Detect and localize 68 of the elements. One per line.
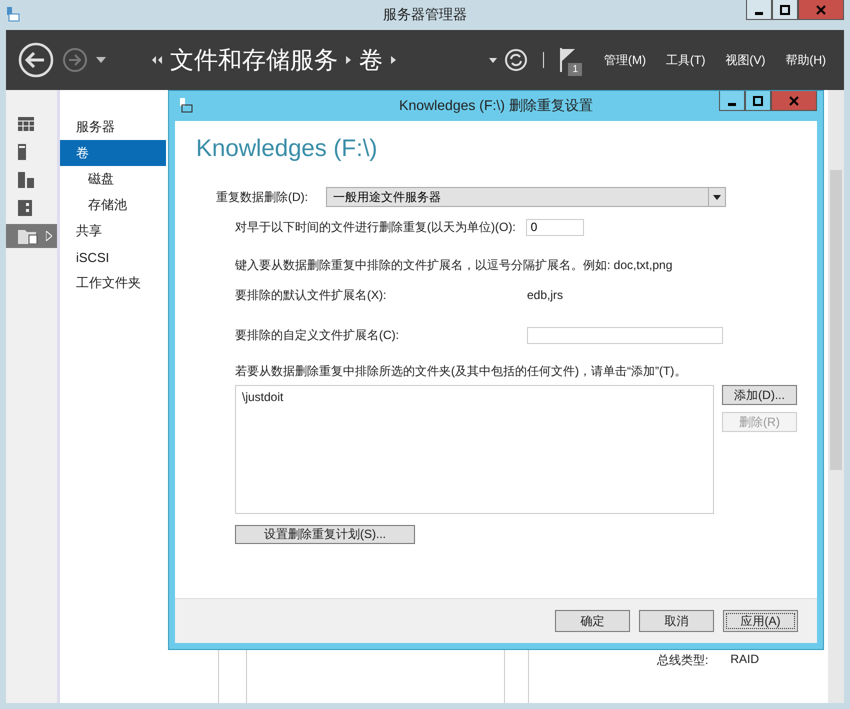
nav-item[interactable]: 工作文件夹 (60, 270, 166, 296)
app-icon (179, 97, 193, 113)
breadcrumb-item[interactable]: 卷 (359, 44, 383, 76)
nav-item[interactable]: 磁盘 (60, 166, 166, 192)
flag-icon (560, 48, 576, 72)
detail-value: RAID (730, 652, 760, 668)
folder-list[interactable]: \justdoit (235, 385, 714, 514)
forward-icon (62, 47, 88, 73)
detail-label: 总线类型: (657, 652, 708, 669)
dialog-heading: Knowledges (F:\) (196, 135, 378, 163)
chevron-icon (391, 56, 396, 64)
close-button[interactable] (798, 0, 844, 20)
caret-icon (713, 194, 721, 200)
app-icon (6, 6, 20, 22)
close-icon (789, 96, 799, 106)
chevron-icon (152, 56, 162, 64)
custom-extension-field[interactable] (527, 326, 723, 344)
folder-icon (18, 228, 38, 244)
maximize-button[interactable] (772, 0, 798, 20)
building-icon (18, 200, 32, 216)
maximize-icon (780, 4, 790, 14)
maximize-button[interactable] (745, 91, 771, 111)
menu-item[interactable]: 帮助(H) (779, 52, 832, 68)
field-label: 重复数据删除(D): (216, 188, 309, 206)
maximize-icon (753, 96, 763, 106)
close-icon (816, 4, 826, 14)
scrollbar[interactable] (828, 90, 844, 703)
expand-arrow-icon (46, 231, 52, 241)
minimize-icon (755, 12, 763, 14)
nav-item[interactable]: 存储池 (60, 192, 166, 218)
field-label: 对早于以下时间的文件进行删除重复(以天为单位)(O): (235, 218, 516, 236)
days-field[interactable]: 0 (526, 218, 584, 236)
nav-item[interactable]: 卷 (60, 140, 166, 166)
folder-item[interactable]: \justdoit (242, 390, 707, 404)
caret-icon (96, 57, 106, 63)
menu-item[interactable]: 管理(M) (598, 52, 652, 68)
refresh-icon (505, 49, 527, 71)
back-icon (18, 42, 54, 78)
hint-text: 若要从数据删除重复中排除所选的文件夹(及其中包括的任何文件)，请单击“添加”(T)。 (235, 362, 686, 380)
close-button[interactable] (771, 91, 817, 111)
nav-item[interactable]: 共享 (60, 218, 166, 244)
server-icon (18, 144, 26, 160)
dialog-button[interactable]: 确定 (555, 610, 630, 632)
caret-icon (489, 58, 497, 62)
nav-item[interactable]: 服务器 (60, 114, 166, 140)
field-label: 要排除的自定义文件扩展名(C): (235, 326, 400, 344)
grid-icon (18, 117, 34, 131)
servers-icon (18, 172, 34, 188)
dialog-title: Knowledges (F:\) 删除重复设置 (399, 97, 593, 115)
list-button[interactable]: 添加(D)... (722, 385, 797, 405)
menu-item[interactable]: 工具(T) (660, 52, 712, 68)
schedule-button[interactable]: 设置删除重复计划(S)... (235, 524, 415, 544)
dialog-button[interactable]: 取消 (639, 610, 714, 632)
menu-item[interactable]: 视图(V) (719, 52, 772, 68)
minimize-button[interactable] (719, 91, 745, 111)
field-value: edb,jrs (527, 288, 564, 302)
minimize-icon (728, 102, 736, 106)
dialog-button[interactable]: 应用(A) (723, 610, 798, 632)
breadcrumb-item[interactable]: 文件和存储服务 (170, 44, 338, 76)
minimize-button[interactable] (746, 0, 772, 20)
chevron-icon (346, 56, 351, 64)
nav-item[interactable]: iSCSI (60, 244, 166, 270)
sidebar-tab[interactable] (6, 224, 57, 248)
notification-badge: 1 (568, 63, 582, 76)
field-label: 要排除的默认文件扩展名(X): (235, 286, 388, 304)
hint-text: 键入要从数据删除重复中排除的文件扩展名，以逗号分隔扩展名。例如: doc,txt,png (235, 256, 672, 274)
dedup-dropdown[interactable]: 一般用途文件服务器 (326, 187, 726, 207)
window-title: 服务器管理器 (383, 6, 467, 24)
